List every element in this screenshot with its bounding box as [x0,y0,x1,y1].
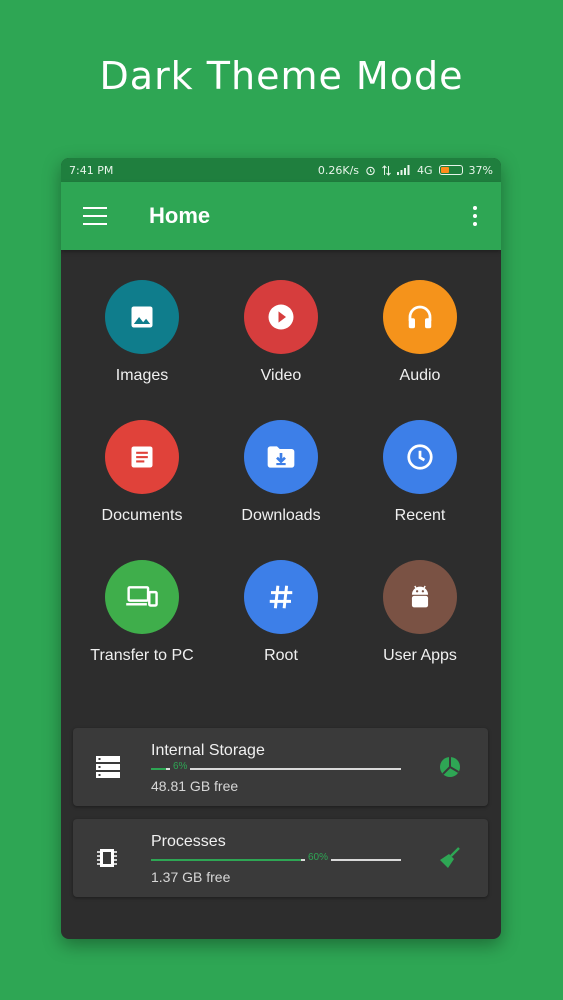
images-circle [105,280,179,354]
alarm-icon [365,165,376,176]
category-label: User Apps [383,647,457,664]
clock-icon [407,444,433,470]
documents-circle [105,420,179,494]
app-bar: Home [61,182,501,250]
pie-chart-icon[interactable] [438,755,462,784]
processes-progress-fill [151,859,301,861]
user-apps-circle [383,560,457,634]
phone-screen: 7:41 PM 0.26K/s 4G 37% Home Images Video… [61,158,501,939]
category-documents[interactable]: Documents [72,420,212,526]
battery-fill [440,167,449,173]
category-label: Images [115,367,169,384]
hash-icon [269,585,293,609]
devices-icon [126,586,158,607]
storage-icon [95,755,121,784]
broom-clean-icon[interactable] [438,846,462,875]
processes-progress-bar: 60% [151,852,401,863]
category-audio[interactable]: Audio [350,280,490,386]
hamburger-menu-icon[interactable] [83,207,107,225]
storage-title: Internal Storage [151,742,265,759]
category-label: Documents [101,507,183,524]
signal-icon [397,165,411,175]
data-transfer-icon [382,164,391,176]
document-icon [131,446,153,468]
category-user-apps[interactable]: User Apps [350,560,490,666]
network-type: 4G [417,163,433,177]
category-downloads[interactable]: Downloads [211,420,351,526]
memory-chip-icon [95,846,119,875]
category-label: Video [260,367,302,384]
image-icon [131,306,153,328]
headphones-icon [408,305,432,329]
promo-title: Dark Theme Mode [99,54,464,98]
category-label: Audio [399,367,441,384]
download-folder-icon [267,446,295,468]
transfer-circle [105,560,179,634]
recent-circle [383,420,457,494]
category-label: Recent [394,507,446,524]
page-title: Home [149,203,211,228]
storage-free: 48.81 GB free [151,778,239,794]
internal-storage-card[interactable]: Internal Storage 6% 48.81 GB free [73,728,488,806]
category-images[interactable]: Images [72,280,212,386]
processes-free: 1.37 GB free [151,869,231,885]
status-bar: 7:41 PM 0.26K/s 4G 37% [61,158,501,182]
play-icon [268,304,294,330]
processes-card[interactable]: Processes 60% 1.37 GB free [73,819,488,897]
android-icon [411,585,429,608]
battery-percent: 37% [468,163,493,177]
processes-percent: 60% [305,852,332,863]
root-circle [244,560,318,634]
network-speed: 0.26K/s [317,163,360,177]
overflow-menu-icon[interactable] [473,206,477,226]
category-label: Downloads [241,507,321,524]
category-transfer-to-pc[interactable]: Transfer to PC [72,560,212,666]
category-root[interactable]: Root [211,560,351,666]
storage-percent: 6% [170,761,191,772]
video-circle [244,280,318,354]
battery-icon [438,165,463,175]
category-grid: Images Video Audio Documents Downloads R… [61,250,501,720]
category-label: Root [264,647,298,664]
downloads-circle [244,420,318,494]
storage-progress-fill [151,768,166,770]
storage-progress-bar: 6% [151,761,401,772]
processes-title: Processes [151,833,226,850]
category-recent[interactable]: Recent [350,420,490,526]
category-label: Transfer to PC [90,647,194,664]
audio-circle [383,280,457,354]
category-video[interactable]: Video [211,280,351,386]
status-time: 7:41 PM [69,163,114,177]
